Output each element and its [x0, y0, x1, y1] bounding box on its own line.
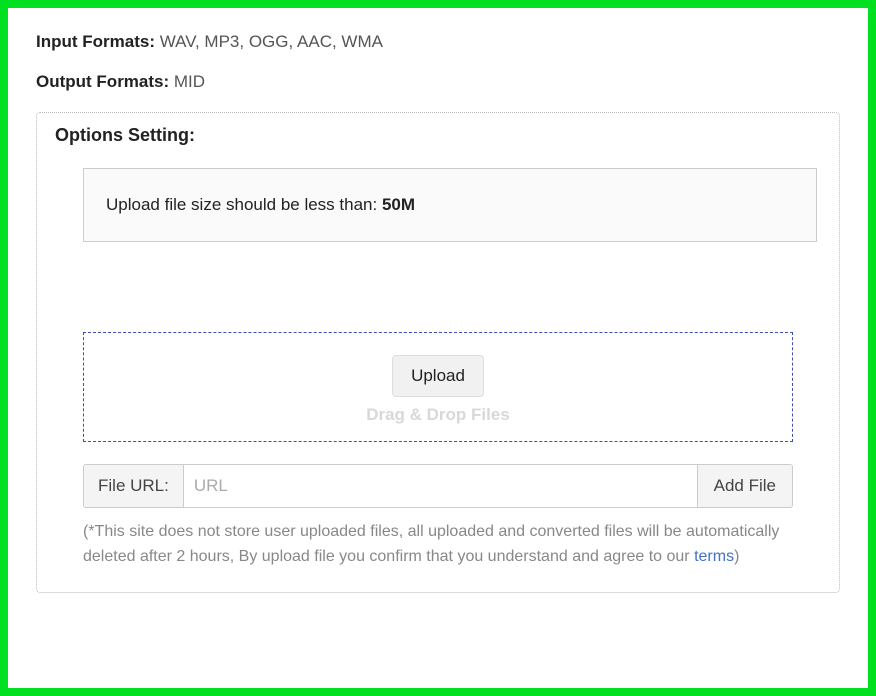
drag-drop-hint: Drag & Drop Files — [84, 405, 792, 425]
upload-button[interactable]: Upload — [392, 355, 484, 397]
output-formats-line: Output Formats: MID — [36, 72, 840, 92]
options-section: Options Setting: Upload file size should… — [36, 112, 840, 593]
disclaimer-prefix: (*This site does not store user uploaded… — [83, 523, 779, 565]
file-dropzone[interactable]: Upload Drag & Drop Files — [83, 332, 793, 442]
file-size-info: Upload file size should be less than: 50… — [83, 168, 817, 242]
input-formats-label: Input Formats: — [36, 32, 160, 51]
outer-frame: Input Formats: WAV, MP3, OGG, AAC, WMA O… — [8, 8, 868, 688]
output-formats-values: MID — [174, 72, 205, 91]
file-url-label: File URL: — [84, 465, 184, 507]
file-size-info-prefix: Upload file size should be less than: — [106, 195, 382, 214]
input-formats-line: Input Formats: WAV, MP3, OGG, AAC, WMA — [36, 32, 840, 52]
file-url-row: File URL: Add File — [83, 464, 793, 508]
add-file-button[interactable]: Add File — [697, 465, 792, 507]
output-formats-label: Output Formats: — [36, 72, 174, 91]
input-formats-values: WAV, MP3, OGG, AAC, WMA — [160, 32, 383, 51]
disclaimer-suffix: ) — [734, 548, 739, 565]
file-url-input[interactable] — [184, 465, 697, 507]
terms-link[interactable]: terms — [694, 548, 734, 565]
file-size-limit: 50M — [382, 195, 415, 214]
disclaimer-text: (*This site does not store user uploaded… — [83, 520, 793, 570]
options-title: Options Setting: — [55, 125, 821, 146]
